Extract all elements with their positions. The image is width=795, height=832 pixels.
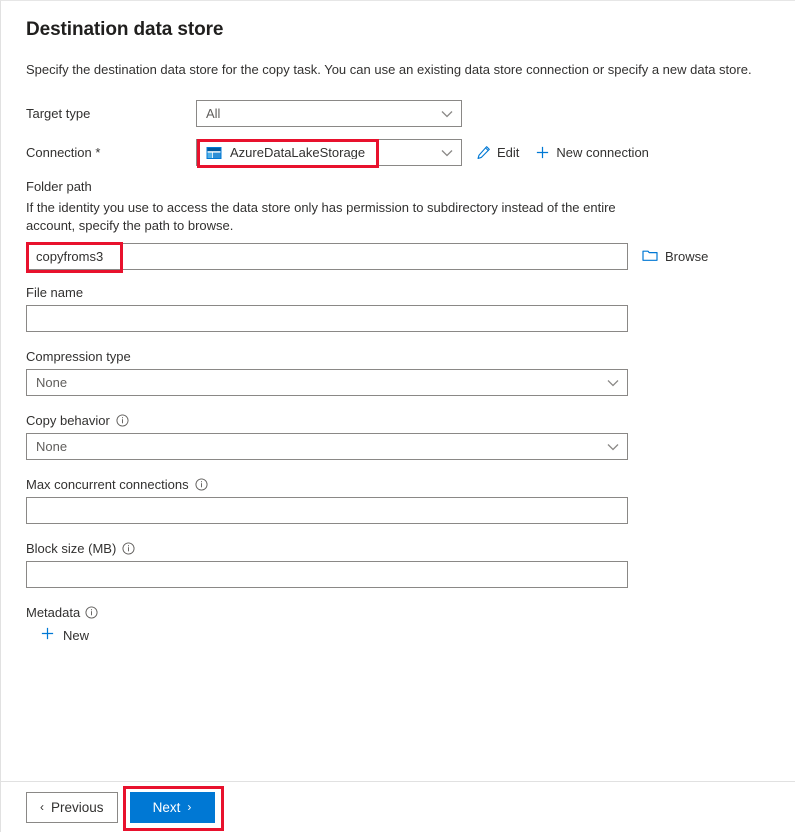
new-connection-button[interactable]: New connection bbox=[535, 145, 649, 160]
new-connection-label: New connection bbox=[556, 145, 649, 160]
max-concurrent-connections-block: Max concurrent connections bbox=[26, 477, 770, 524]
compression-type-value: None bbox=[36, 376, 67, 389]
chevron-down-icon bbox=[607, 443, 619, 451]
compression-type-block: Compression type None bbox=[26, 349, 770, 396]
info-icon[interactable] bbox=[122, 542, 135, 555]
chevron-left-icon: ‹ bbox=[40, 801, 44, 813]
compression-type-label-text: Compression type bbox=[26, 349, 131, 364]
copy-behavior-value: None bbox=[36, 440, 67, 453]
folder-icon bbox=[642, 248, 658, 265]
plus-icon bbox=[535, 145, 550, 160]
required-marker: * bbox=[95, 145, 100, 160]
chevron-right-icon: › bbox=[187, 801, 191, 813]
page-description: Specify the destination data store for t… bbox=[26, 61, 770, 80]
folder-path-label: Folder path bbox=[26, 179, 770, 194]
info-icon[interactable] bbox=[195, 478, 208, 491]
connection-dropdown[interactable]: AzureDataLakeStorage bbox=[196, 139, 462, 166]
connection-value: AzureDataLakeStorage bbox=[230, 146, 365, 159]
info-icon[interactable] bbox=[116, 414, 129, 427]
metadata-label-text: Metadata bbox=[26, 605, 80, 620]
chevron-down-icon bbox=[607, 379, 619, 387]
connection-label: Connection * bbox=[26, 145, 196, 160]
target-type-label: Target type bbox=[26, 106, 196, 121]
metadata-new-label: New bbox=[63, 628, 89, 643]
copy-behavior-label-text: Copy behavior bbox=[26, 413, 110, 428]
folder-path-input[interactable]: copyfroms3 bbox=[26, 243, 628, 270]
browse-label: Browse bbox=[665, 249, 708, 264]
edit-connection-label: Edit bbox=[497, 145, 519, 160]
connection-label-text: Connection bbox=[26, 145, 92, 160]
browse-button[interactable]: Browse bbox=[642, 248, 708, 265]
pencil-icon bbox=[476, 145, 491, 160]
previous-button[interactable]: ‹ Previous bbox=[26, 792, 118, 823]
copy-behavior-label: Copy behavior bbox=[26, 413, 770, 428]
file-name-label-text: File name bbox=[26, 285, 83, 300]
block-size-label-text: Block size (MB) bbox=[26, 541, 116, 556]
compression-type-dropdown[interactable]: None bbox=[26, 369, 628, 396]
metadata-label: Metadata bbox=[26, 605, 770, 620]
chevron-down-icon bbox=[441, 149, 453, 157]
form-content: Destination data store Specify the desti… bbox=[1, 1, 795, 781]
page-title: Destination data store bbox=[26, 18, 770, 42]
folder-path-input-row: copyfroms3 Browse bbox=[26, 243, 770, 270]
max-concurrent-connections-input[interactable] bbox=[26, 497, 628, 524]
block-size-label: Block size (MB) bbox=[26, 541, 770, 556]
block-size-block: Block size (MB) bbox=[26, 541, 770, 588]
target-type-dropdown[interactable]: All bbox=[196, 100, 462, 127]
file-name-label: File name bbox=[26, 285, 770, 300]
compression-type-label: Compression type bbox=[26, 349, 770, 364]
file-name-block: File name bbox=[26, 285, 770, 332]
copy-behavior-block: Copy behavior None bbox=[26, 413, 770, 460]
target-type-row: Target type All bbox=[26, 100, 770, 128]
connection-row: Connection * AzureDataLakeStorage bbox=[26, 139, 770, 167]
previous-button-label: Previous bbox=[51, 800, 104, 815]
folder-path-help: If the identity you use to access the da… bbox=[26, 199, 626, 237]
chevron-down-icon bbox=[441, 110, 453, 118]
next-button[interactable]: Next › bbox=[130, 792, 215, 823]
metadata-new-button[interactable]: New bbox=[40, 626, 89, 644]
folder-path-block: Folder path If the identity you use to a… bbox=[26, 179, 770, 271]
info-icon[interactable] bbox=[85, 606, 98, 619]
metadata-block: Metadata New bbox=[26, 605, 770, 644]
connection-actions: Edit New connection bbox=[476, 145, 649, 160]
file-name-input[interactable] bbox=[26, 305, 628, 332]
target-type-value: All bbox=[206, 107, 220, 120]
azure-data-lake-storage-icon bbox=[206, 145, 222, 161]
next-button-label: Next bbox=[153, 800, 181, 815]
max-concurrent-connections-label: Max concurrent connections bbox=[26, 477, 770, 492]
destination-data-store-panel: Destination data store Specify the desti… bbox=[0, 0, 795, 832]
max-concurrent-connections-label-text: Max concurrent connections bbox=[26, 477, 189, 492]
copy-behavior-dropdown[interactable]: None bbox=[26, 433, 628, 460]
folder-path-label-text: Folder path bbox=[26, 179, 92, 194]
wizard-footer: ‹ Previous Next › bbox=[1, 781, 795, 832]
edit-connection-button[interactable]: Edit bbox=[476, 145, 519, 160]
block-size-input[interactable] bbox=[26, 561, 628, 588]
folder-path-value: copyfroms3 bbox=[36, 249, 103, 264]
plus-icon bbox=[40, 626, 55, 644]
